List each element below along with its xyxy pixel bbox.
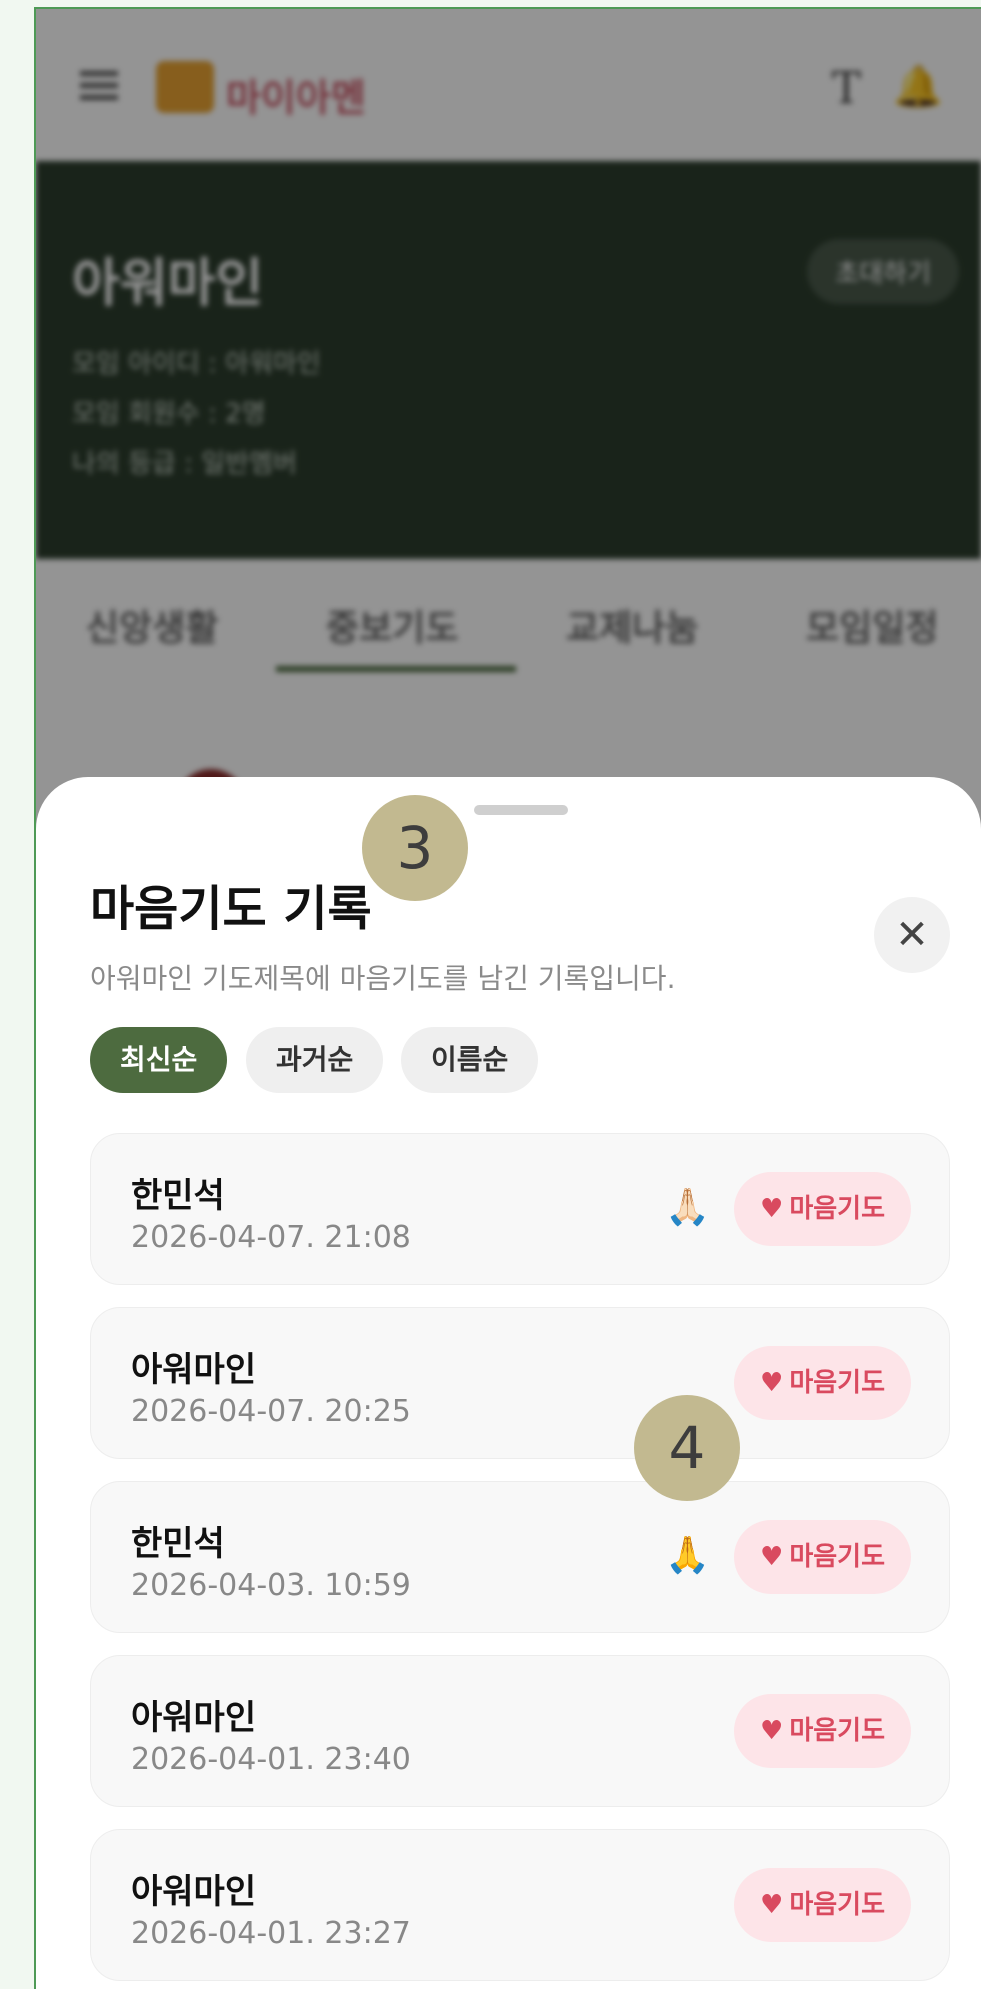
sort-name-chip[interactable]: 이름순	[401, 1027, 539, 1093]
record-name: 한민석	[131, 1176, 225, 1216]
record-date: 2026-04-01. 23:27	[131, 1916, 411, 1951]
close-icon[interactable]: ✕	[874, 897, 950, 973]
heart-icon: ♥	[760, 1716, 784, 1746]
heart-prayer-button[interactable]: ♥ 마음기도	[734, 1346, 911, 1420]
heart-prayer-button[interactable]: ♥ 마음기도	[734, 1172, 911, 1246]
record-name: 아워마인	[131, 1698, 257, 1738]
heart-icon: ♥	[760, 1542, 784, 1572]
list-item: 아워마인 2026-04-01. 23:40 ♥ 마음기도	[90, 1655, 950, 1807]
record-date: 2026-04-01. 23:40	[131, 1742, 411, 1777]
heart-prayer-button[interactable]: ♥ 마음기도	[734, 1694, 911, 1768]
heart-icon: ♥	[760, 1368, 784, 1398]
heart-prayer-button[interactable]: ♥ 마음기도	[734, 1520, 911, 1594]
list-item: 한민석 2026-04-07. 21:08 🙏🏻 ♥ 마음기도	[90, 1133, 950, 1285]
button-label: 마음기도	[789, 1716, 885, 1746]
record-name: 한민석	[131, 1524, 225, 1564]
list-item: 아워마인 2026-04-01. 23:27 ♥ 마음기도	[90, 1829, 950, 1981]
heart-prayer-button[interactable]: ♥ 마음기도	[734, 1868, 911, 1942]
praying-hands-icon: 🙏🏻	[665, 1187, 710, 1228]
list-item: 한민석 2026-04-03. 10:59 🙏 ♥ 마음기도	[90, 1481, 950, 1633]
list-item: 아워마인 2026-04-07. 20:25 ♥ 마음기도	[90, 1307, 950, 1459]
drag-handle[interactable]	[474, 805, 568, 815]
bottom-sheet: 마음기도 기록 아워마인 기도제목에 마음기도를 남긴 기록입니다. ✕ 최신순…	[36, 777, 981, 1989]
step-marker-3: 3	[362, 795, 468, 901]
step-marker-4: 4	[634, 1395, 740, 1501]
sheet-subtitle: 아워마인 기도제목에 마음기도를 남긴 기록입니다.	[90, 962, 676, 995]
praying-hands-icon: 🙏	[665, 1535, 710, 1576]
record-name: 아워마인	[131, 1350, 257, 1390]
button-label: 마음기도	[789, 1890, 885, 1920]
button-label: 마음기도	[789, 1368, 885, 1398]
heart-icon: ♥	[760, 1890, 784, 1920]
sort-latest-chip[interactable]: 최신순	[90, 1027, 228, 1093]
record-date: 2026-04-03. 10:59	[131, 1568, 411, 1603]
record-date: 2026-04-07. 20:25	[131, 1394, 411, 1429]
button-label: 마음기도	[789, 1542, 885, 1572]
record-date: 2026-04-07. 21:08	[131, 1220, 411, 1255]
record-name: 아워마인	[131, 1872, 257, 1912]
app-frame: 마이아멘 T 🔔 아워마인 초대하기 모임 아이디 : 아워마인 모임 회원수 …	[34, 7, 981, 1989]
sheet-title: 마음기도 기록	[90, 881, 372, 937]
sort-oldest-chip[interactable]: 과거순	[246, 1027, 384, 1093]
heart-icon: ♥	[760, 1194, 784, 1224]
button-label: 마음기도	[789, 1194, 885, 1224]
record-list: 한민석 2026-04-07. 21:08 🙏🏻 ♥ 마음기도 아워마인 2026…	[90, 1133, 950, 1989]
